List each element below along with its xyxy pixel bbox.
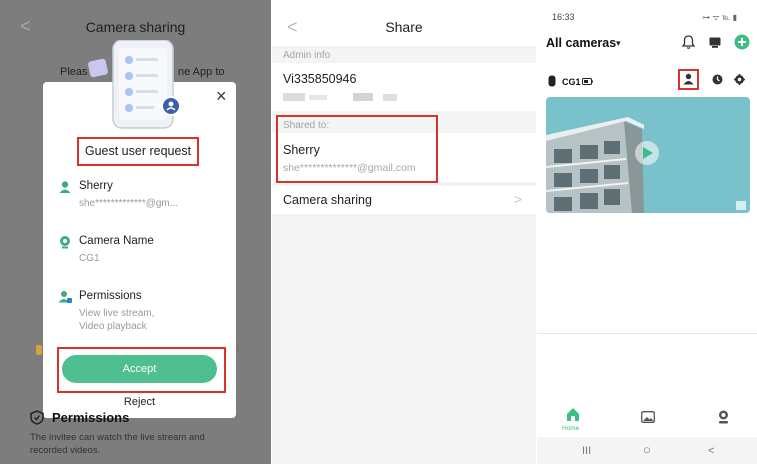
camera-sharing-label: Camera sharing bbox=[283, 193, 372, 207]
camera-name: CG1 bbox=[562, 77, 581, 87]
bell-icon[interactable] bbox=[682, 35, 695, 49]
battery-icon bbox=[582, 78, 593, 85]
profile-icon[interactable] bbox=[717, 410, 730, 424]
user-icon bbox=[59, 181, 71, 193]
chevron-right-icon: > bbox=[513, 191, 522, 207]
background-text-right: ne App to bbox=[178, 66, 225, 78]
admin-card: Vi335850946 bbox=[272, 63, 536, 111]
status-time: 16:33 bbox=[552, 12, 575, 22]
permissions-label: Permissions bbox=[79, 290, 142, 302]
share-screen: < Share Admin info Vi335850946 Shared to… bbox=[272, 0, 536, 464]
camera-icon bbox=[60, 236, 70, 249]
status-icons: ⊶ ᯤ ℡ ▮ bbox=[702, 13, 737, 22]
page-title: Camera sharing bbox=[85, 19, 186, 35]
screenshot-stage: < Camera sharing Pleas ne App to × Guest… bbox=[0, 0, 757, 464]
side-indicator bbox=[36, 345, 42, 355]
header: < Share bbox=[272, 0, 536, 46]
gallery-icon[interactable] bbox=[641, 411, 655, 423]
permissions-line-2: Video playback bbox=[79, 321, 147, 332]
shield-icon bbox=[30, 410, 44, 425]
camera-preview[interactable] bbox=[546, 97, 750, 213]
camera-sharing-row[interactable]: Camera sharing bbox=[272, 186, 536, 214]
camera-name-label: Camera Name bbox=[79, 235, 154, 247]
settings-icon[interactable] bbox=[734, 74, 745, 85]
accept-button[interactable]: Accept bbox=[62, 355, 217, 383]
home-icon[interactable] bbox=[566, 407, 580, 422]
permissions-section-desc: The invitee can watch the live stream an… bbox=[30, 432, 205, 456]
shared-to-highlight bbox=[276, 115, 438, 183]
redacted-email-blur bbox=[283, 93, 397, 101]
share-icon-highlight bbox=[678, 69, 699, 90]
message-icon[interactable] bbox=[709, 37, 721, 48]
permissions-user-icon bbox=[58, 291, 72, 303]
camera-device-icon bbox=[548, 75, 556, 87]
all-cameras-selector[interactable]: All cameras bbox=[546, 36, 616, 50]
home-system-button[interactable]: ○ bbox=[643, 442, 651, 457]
back-system-button[interactable]: < bbox=[708, 445, 714, 457]
admin-id: Vi335850946 bbox=[283, 72, 357, 86]
recent-apps-button[interactable]: III bbox=[582, 445, 591, 457]
close-icon[interactable]: × bbox=[216, 86, 227, 107]
admin-info-label: Admin info bbox=[283, 50, 331, 61]
guest-email: she*************@gm... bbox=[79, 198, 179, 209]
camera-sharing-screen: < Camera sharing Pleas ne App to × Guest… bbox=[0, 0, 271, 464]
add-icon[interactable] bbox=[734, 34, 750, 50]
chevron-down-icon[interactable]: ▾ bbox=[616, 38, 621, 49]
all-cameras-screen: 16:33 ⊶ ᯤ ℡ ▮ All cameras ▾ CG1 Home III… bbox=[537, 0, 757, 464]
page-title: Share bbox=[385, 19, 423, 35]
divider bbox=[537, 333, 757, 334]
phone-illustration-icon bbox=[88, 40, 181, 129]
permissions-section-title: Permissions bbox=[52, 410, 130, 425]
guest-name: Sherry bbox=[79, 180, 113, 192]
home-tab-label[interactable]: Home bbox=[562, 425, 579, 432]
side-mark: l bbox=[237, 344, 239, 353]
clock-icon[interactable] bbox=[712, 74, 723, 85]
request-title: Guest user request bbox=[84, 144, 192, 158]
reject-button[interactable]: Reject bbox=[43, 396, 236, 408]
camera-name-value: CG1 bbox=[79, 253, 100, 264]
permissions-line-1: View live stream, bbox=[79, 308, 155, 319]
